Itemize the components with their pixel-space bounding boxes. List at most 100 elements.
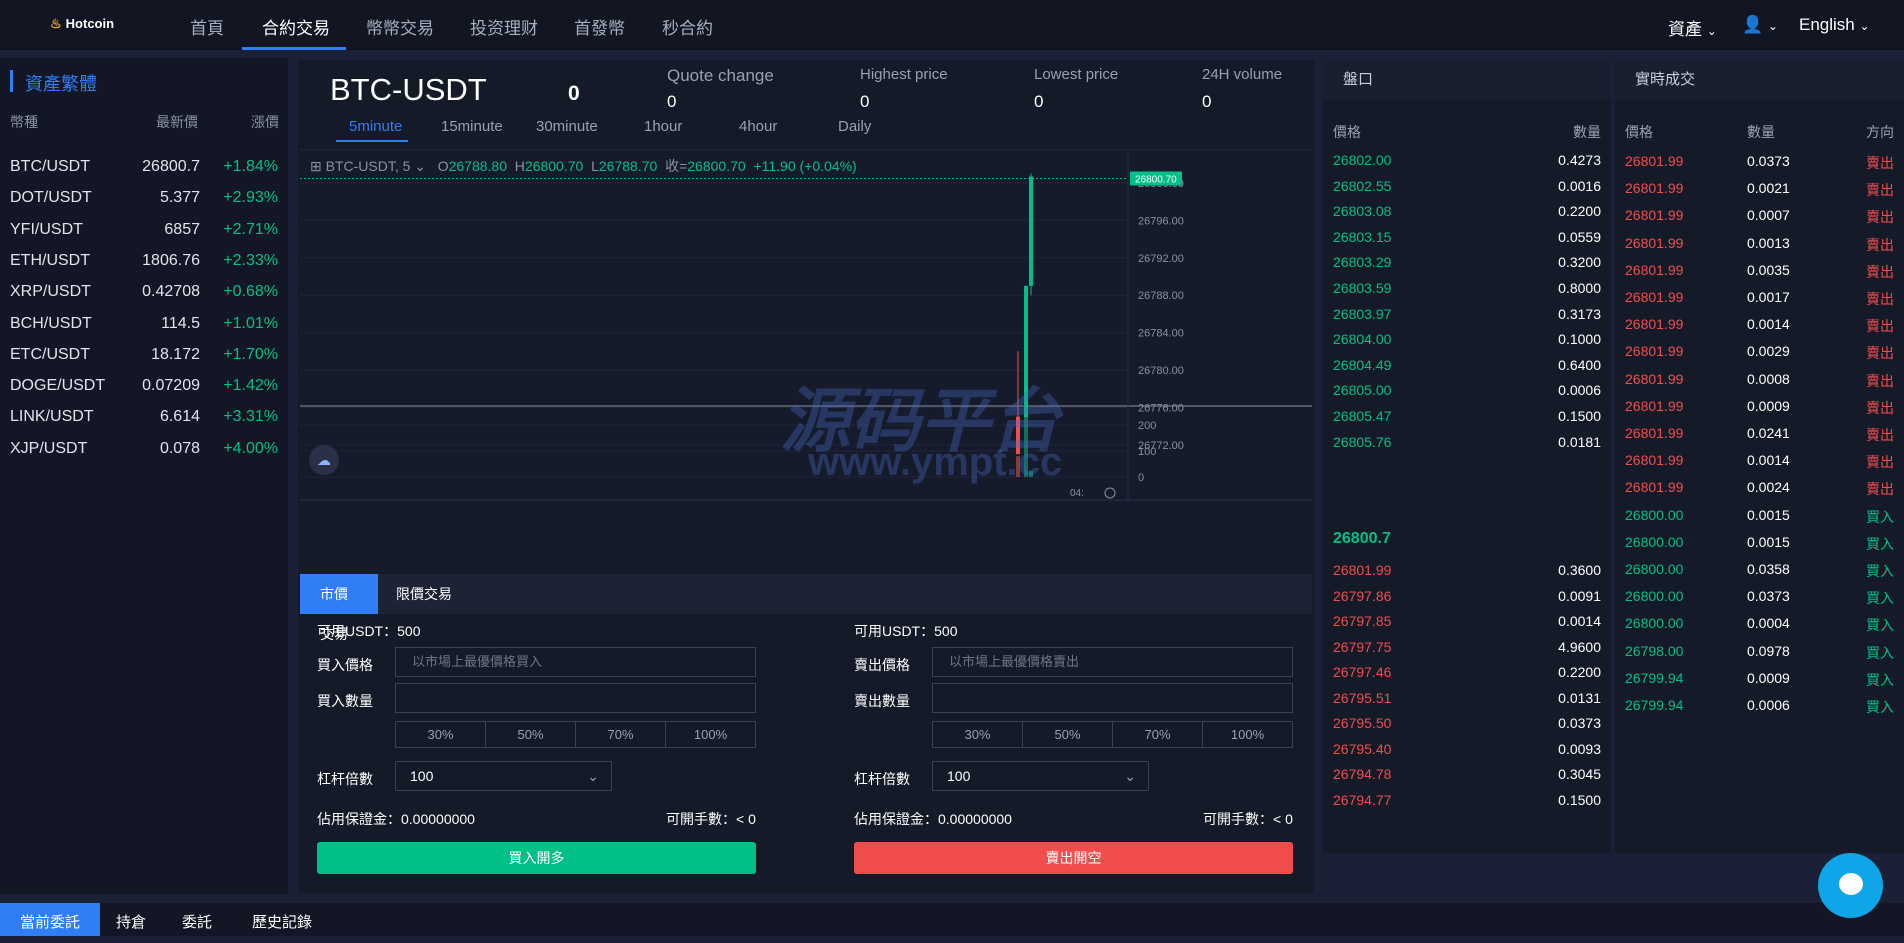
price-tick-label: 26792.00 [1138, 253, 1184, 265]
buy-open-long-button[interactable]: 買入開多 [317, 842, 756, 874]
chat-button[interactable] [1818, 853, 1883, 918]
trade-price: 26800.00 [1625, 533, 1684, 550]
buy-pct-70[interactable]: 70% [575, 721, 666, 748]
market-symbol: LINK/USDT [10, 408, 94, 426]
legend-high: 26800.70 [524, 158, 584, 174]
kline-svg: 26800.0026796.0026792.0026788.0026784.00… [300, 150, 1312, 501]
sidebar-market-row[interactable]: XJP/USDT 0.078 +4.00% [0, 440, 288, 478]
sell-pct-100[interactable]: 100% [1202, 721, 1293, 748]
sell-open-short-button[interactable]: 賣出開空 [854, 842, 1293, 874]
nav-second-contract[interactable]: 秒合約 [662, 14, 713, 39]
trade-price: 26801.99 [1625, 153, 1684, 169]
ask-price: 26803.08 [1333, 203, 1392, 220]
nav-spot[interactable]: 幣幣交易 [366, 14, 434, 39]
tab-limit[interactable]: 限價交易 [376, 574, 472, 614]
trade-price: 26801.99 [1625, 425, 1684, 441]
chart-logo-icon[interactable]: ☁ [309, 445, 339, 475]
sell-price-input[interactable]: 以市場上最優價格賣出 [932, 647, 1293, 677]
trade-price: 26800.00 [1625, 615, 1684, 632]
trade-price: 26801.99 [1625, 234, 1684, 251]
col-header-symbol: 幣種 [10, 114, 38, 130]
trade-amount: 0.0021 [1747, 180, 1790, 197]
kline-chart[interactable]: 26800.0026796.0026792.0026788.0026784.00… [300, 149, 1312, 574]
quote-change-label: Quote change [667, 66, 774, 85]
tf-daily[interactable]: Daily [838, 118, 871, 135]
nav-active-indicator [242, 47, 346, 50]
tab-orders[interactable]: 委託 [162, 903, 232, 936]
trade-amount: 0.0029 [1747, 343, 1790, 360]
buy-pct-100[interactable]: 100% [665, 721, 756, 748]
trade-direction: 買入 [1866, 590, 1894, 607]
buy-pct-30[interactable]: 30% [395, 721, 486, 748]
trade-direction: 賣出 [1866, 155, 1894, 171]
market-symbol: DOT/USDT [10, 189, 92, 207]
orderbook-bid-row[interactable]: 26794.77 0.1500 [1323, 792, 1611, 823]
ask-price: 26805.47 [1333, 408, 1392, 424]
bid-amount: 4.9600 [1558, 638, 1601, 655]
tab-positions[interactable]: 持倉 [96, 903, 166, 936]
bid-price: 26795.50 [1333, 715, 1392, 731]
trade-amount: 0.0014 [1747, 452, 1790, 469]
chevron-down-icon: ⌄ [1124, 768, 1136, 784]
trade-form: 市價交易 限價交易 可用USDT：500 買入價格 以市場上最優價格買入 買入數… [300, 574, 1312, 893]
market-change: +2.71% [223, 220, 278, 238]
nav-home[interactable]: 首頁 [190, 14, 224, 39]
price-tick-label: 26796.00 [1138, 215, 1184, 227]
ask-price: 26802.00 [1333, 152, 1392, 168]
chevron-down-icon: ⌄ [1859, 19, 1870, 33]
nav-invest[interactable]: 投资理财 [470, 14, 538, 39]
market-change: +1.70% [223, 345, 278, 363]
assets-menu[interactable]: 資產 ⌄ [1668, 15, 1717, 40]
language-menu[interactable]: English ⌄ [1799, 15, 1870, 35]
tf-30minute[interactable]: 30minute [536, 118, 598, 135]
ask-amount: 0.2200 [1558, 203, 1601, 220]
market-symbol: XJP/USDT [10, 439, 88, 457]
tf-5minute[interactable]: 5minute [349, 118, 402, 135]
sell-qty-input[interactable] [932, 683, 1293, 713]
tab-current-orders[interactable]: 當前委託 [0, 903, 101, 936]
user-menu[interactable]: 👤 ⌄ [1742, 15, 1778, 35]
trade-price: 26799.94 [1625, 697, 1684, 713]
col-header-change: 漲價 [251, 114, 279, 130]
ask-amount: 0.8000 [1558, 280, 1601, 296]
ask-amount: 0.0181 [1558, 433, 1601, 450]
tf-1hour[interactable]: 1hour [644, 118, 682, 135]
bid-price: 26794.78 [1333, 766, 1392, 782]
tab-history[interactable]: 歷史記錄 [232, 903, 332, 936]
trade-direction: 賣出 [1866, 318, 1894, 335]
tf-4hour[interactable]: 4hour [739, 118, 777, 135]
sell-pct-70[interactable]: 70% [1112, 721, 1203, 748]
trade-direction: 賣出 [1866, 454, 1894, 471]
market-symbol: BTC/USDT [10, 158, 90, 175]
sell-leverage-label: 杠杆倍數 [854, 771, 910, 787]
market-price: 6857 [164, 220, 200, 238]
trade-price: 26801.99 [1625, 479, 1684, 496]
tf-15minute[interactable]: 15minute [441, 118, 503, 135]
buy-qty-input[interactable] [395, 683, 756, 713]
ask-price: 26803.59 [1333, 280, 1392, 296]
logo[interactable]: ♨ Hotcoin [50, 16, 114, 32]
nav-contract[interactable]: 合約交易 [262, 14, 330, 39]
trade-price: 26801.99 [1625, 180, 1684, 197]
sell-leverage-select[interactable]: 100 ⌄ [932, 761, 1149, 791]
buy-leverage-label: 杠杆倍數 [317, 771, 373, 787]
last-price: 0 [568, 82, 580, 105]
legend-open: 26788.80 [448, 158, 508, 174]
buy-leverage-select[interactable]: 100 ⌄ [395, 761, 612, 791]
market-symbol: DOGE/USDT [10, 377, 106, 395]
buy-price-input[interactable]: 以市場上最優價格買入 [395, 647, 756, 677]
tab-market[interactable]: 市價交易 [300, 574, 378, 642]
orderbook-mid-price: 26800.7 [1333, 530, 1391, 547]
ask-amount: 0.3173 [1558, 305, 1601, 322]
buy-pct-50[interactable]: 50% [485, 721, 576, 748]
nav-ieo[interactable]: 首發幣 [574, 14, 625, 39]
top-nav: ♨ Hotcoin 首頁 合約交易 幣幣交易 投资理财 首發幣 秒合約 資產 ⌄ … [0, 0, 1904, 50]
sell-pct-30[interactable]: 30% [932, 721, 1023, 748]
bid-amount: 0.1500 [1558, 791, 1601, 808]
sell-pct-50[interactable]: 50% [1022, 721, 1113, 748]
orderbook-ask-row[interactable]: 26805.76 0.0181 [1323, 434, 1611, 465]
buy-available: 可用USDT：500 [317, 623, 421, 639]
chart-settings-icon[interactable]: ⊞ [310, 158, 322, 174]
trade-direction: 買入 [1866, 563, 1894, 579]
trade-amount: 0.0024 [1747, 479, 1790, 496]
